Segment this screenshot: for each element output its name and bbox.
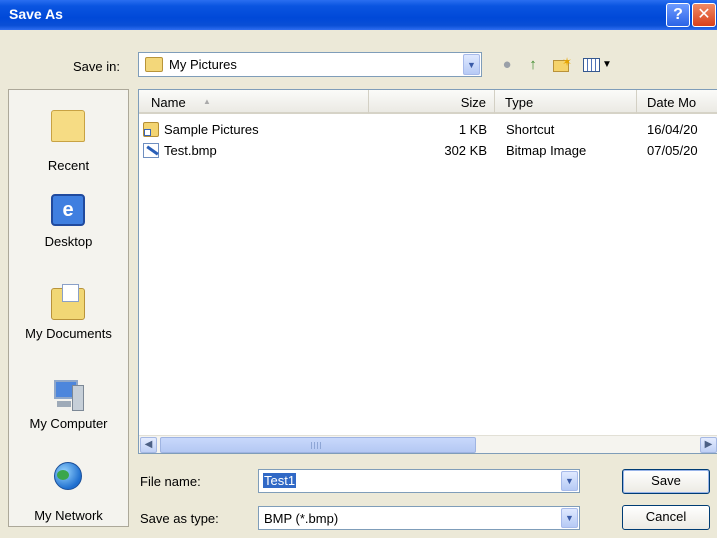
close-button[interactable]: ✕ xyxy=(692,3,716,27)
new-folder-icon[interactable]: ✶ xyxy=(552,55,574,74)
column-header-size[interactable]: Size xyxy=(369,90,495,114)
folder-shortcut-icon xyxy=(143,122,159,137)
scroll-right-icon[interactable]: ▶ xyxy=(700,437,717,453)
place-label: My Network xyxy=(34,508,103,523)
place-label: My Documents xyxy=(25,326,112,341)
sort-ascending-icon: ▲ xyxy=(203,97,211,106)
my-documents-icon xyxy=(51,284,85,320)
save-as-type-value: BMP (*.bmp) xyxy=(264,511,339,526)
file-name-label: File name: xyxy=(140,474,201,489)
place-label: My Computer xyxy=(29,416,108,431)
column-header-type[interactable]: Type xyxy=(495,90,637,114)
save-button[interactable]: Save xyxy=(622,469,710,494)
file-list[interactable]: Name ▲ Size Type Date Mo Sample Pictures… xyxy=(138,89,717,454)
place-my-documents[interactable]: My Documents xyxy=(9,280,128,360)
recent-icon xyxy=(51,110,85,142)
place-label: Recent xyxy=(47,158,90,173)
scroll-thumb[interactable] xyxy=(160,437,476,453)
file-name-value[interactable]: Test1 xyxy=(263,473,297,488)
save-as-type-label: Save as type: xyxy=(140,511,219,526)
close-icon: ✕ xyxy=(697,6,711,23)
chevron-down-icon[interactable]: ▼ xyxy=(561,508,578,528)
scroll-left-icon[interactable]: ◀ xyxy=(140,437,157,453)
list-item[interactable]: Sample Pictures 1 KB Shortcut 16/04/20 xyxy=(139,121,717,140)
save-in-value: My Pictures xyxy=(169,57,237,72)
bitmap-file-icon xyxy=(143,143,159,158)
my-network-icon xyxy=(51,462,85,494)
save-in-dropdown[interactable]: My Pictures ▼ xyxy=(138,52,482,77)
help-icon: ? xyxy=(673,6,683,23)
cancel-button[interactable]: Cancel xyxy=(622,505,710,530)
place-my-computer[interactable]: My Computer xyxy=(9,370,128,450)
up-folder-icon[interactable]: ↑ xyxy=(524,56,542,74)
help-button[interactable]: ? xyxy=(666,3,690,27)
column-header-date[interactable]: Date Mo xyxy=(637,90,717,114)
title-bar[interactable]: Save As ? ✕ xyxy=(0,0,717,30)
desktop-icon: e xyxy=(51,194,85,226)
folder-icon xyxy=(145,57,163,72)
place-my-network[interactable]: My Network xyxy=(9,456,128,526)
window-title: Save As xyxy=(9,6,63,22)
back-icon[interactable]: ● xyxy=(498,56,516,74)
chevron-down-icon[interactable]: ▼ xyxy=(561,471,578,491)
place-label: Desktop xyxy=(44,234,93,249)
save-in-label: Save in: xyxy=(73,59,120,74)
grip-icon xyxy=(311,442,321,449)
save-as-type-dropdown[interactable]: BMP (*.bmp) ▼ xyxy=(258,506,580,530)
views-menu-icon[interactable]: ▼ xyxy=(583,56,613,74)
chevron-down-icon[interactable]: ▼ xyxy=(463,54,480,75)
place-desktop[interactable]: e Desktop xyxy=(9,190,128,270)
places-bar: Recent e Desktop My Documents My Compute… xyxy=(8,89,129,527)
place-recent[interactable]: Recent xyxy=(9,104,128,184)
column-header-name[interactable]: Name ▲ xyxy=(139,90,369,114)
horizontal-scrollbar[interactable]: ◀ ▶ xyxy=(139,435,717,453)
list-item[interactable]: Test.bmp 302 KB Bitmap Image 07/05/20 xyxy=(139,142,717,161)
my-computer-icon xyxy=(51,380,85,412)
file-name-input[interactable]: Test1 ▼ xyxy=(258,469,580,493)
